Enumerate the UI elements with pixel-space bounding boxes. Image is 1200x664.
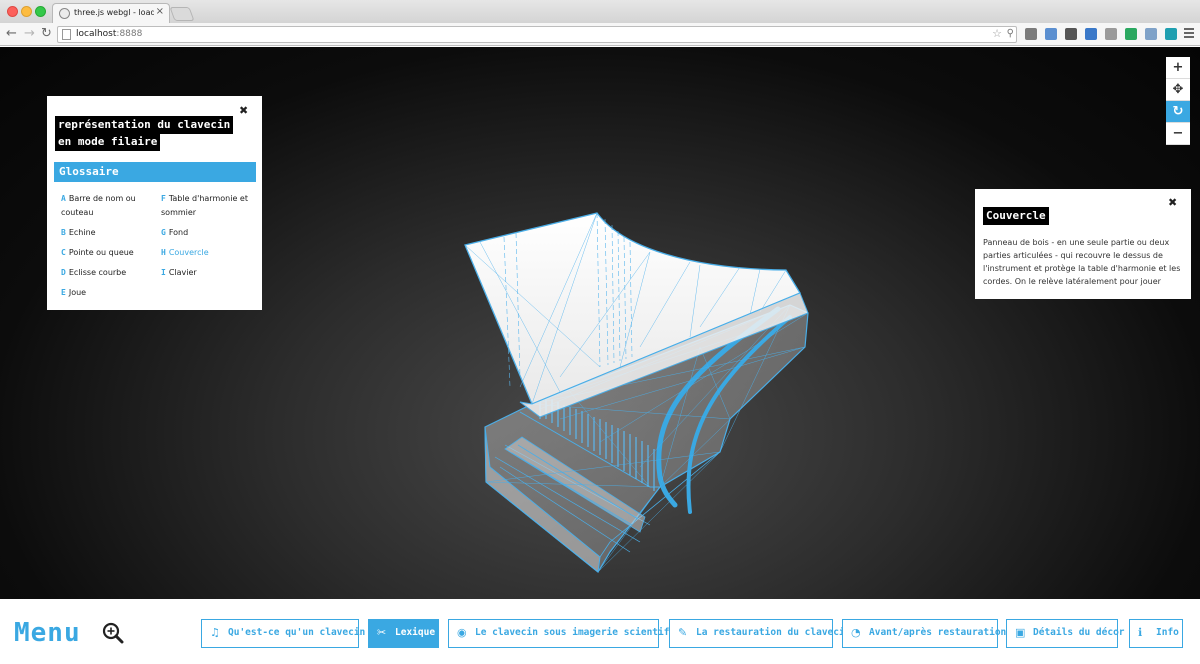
glossary-label: Table d'harmonie et sommier xyxy=(161,194,248,217)
glossary-item[interactable]: F Table d'harmonie et sommier xyxy=(161,192,256,220)
glossary-label: Couvercle xyxy=(168,248,209,257)
glossary-label: Eclisse courbe xyxy=(68,268,127,277)
hamburger-menu-icon[interactable] xyxy=(1184,28,1194,40)
search-icon[interactable] xyxy=(102,622,124,644)
glossary-label: Joue xyxy=(68,288,87,297)
shield-icon[interactable] xyxy=(1065,28,1077,40)
tab-title: three.js webgl - loaders - C xyxy=(74,8,154,17)
bookmark-star-icon[interactable]: ☆ xyxy=(992,27,1002,40)
nav-item-label: Qu'est-ce qu'un clavecin ? xyxy=(228,627,377,638)
panel-subtitle: en mode filaire xyxy=(55,133,161,151)
info-title: Couvercle xyxy=(983,207,1049,225)
glossary-label: Clavier xyxy=(168,268,197,277)
nav-item-label: Le clavecin sous imagerie scientifique xyxy=(475,627,693,638)
nav-item-1[interactable]: ♫ Qu'est-ce qu'un clavecin ? xyxy=(201,619,377,648)
eye-icon: ◉ xyxy=(457,626,467,639)
picture-icon: ▣ xyxy=(1015,626,1026,639)
window-maximize-button[interactable] xyxy=(35,6,46,17)
nav-item-label: Info xyxy=(1156,627,1179,638)
magnifier-icon[interactable]: ⚲ xyxy=(1007,28,1014,39)
tab-close-icon[interactable]: × xyxy=(156,6,164,17)
webgl-viewport[interactable]: + ✥ ↻ − représentation du clavecin en mo… xyxy=(0,47,1200,599)
window-minimize-button[interactable] xyxy=(21,6,32,17)
glossary-header: Glossaire xyxy=(54,162,256,182)
glossary-item[interactable]: A Barre de nom ou couteau xyxy=(61,192,156,220)
zoom-in-button[interactable]: + xyxy=(1166,57,1190,79)
tools-icon: ✂ xyxy=(377,626,387,639)
forward-arrow-icon[interactable]: → xyxy=(24,26,35,42)
browser-toolbar: ← → ↻ localhost:8888 ⚲ ☆ xyxy=(0,23,1200,46)
glossary-key: C xyxy=(61,248,66,257)
brush-icon: ✎ xyxy=(678,626,688,639)
glossary-key: H xyxy=(161,248,166,257)
glossary-item[interactable]: B Echine xyxy=(61,226,156,240)
reset-rotation-button[interactable]: ↻ xyxy=(1166,101,1190,123)
info-description: Panneau de bois - en une seule partie ou… xyxy=(983,238,1181,286)
globe-icon xyxy=(59,8,70,19)
gauge-icon: ◔ xyxy=(851,626,861,639)
nav-item-6[interactable]: ▣ Détails du décor xyxy=(1006,619,1125,648)
close-icon[interactable]: ✖ xyxy=(1168,196,1177,209)
glossary-key: D xyxy=(61,268,66,277)
glossary-item[interactable]: I Clavier xyxy=(161,266,256,280)
new-tab-button[interactable] xyxy=(169,7,195,21)
window-close-button[interactable] xyxy=(7,6,18,17)
map-controls: + ✥ ↻ − xyxy=(1166,57,1190,145)
nav-item-2[interactable]: ✂ Lexique xyxy=(368,619,439,648)
panel-title: représentation du clavecin xyxy=(55,116,234,134)
note-icon[interactable] xyxy=(1045,28,1057,40)
info-panel: Couvercle ✖ Panneau de bois - en une seu… xyxy=(975,189,1191,299)
browser-tab[interactable]: three.js webgl - loaders - C × xyxy=(52,3,170,23)
abp-icon[interactable] xyxy=(1105,28,1117,40)
glossary-label: Fond xyxy=(168,228,189,237)
download-icon[interactable] xyxy=(1025,28,1037,40)
glossary-key: A xyxy=(61,194,66,203)
nav-item-label: Lexique xyxy=(395,627,436,638)
browser-tab-strip: three.js webgl - loaders - C × xyxy=(0,0,1200,23)
back-arrow-icon[interactable]: ← xyxy=(6,26,17,42)
glossary-panel: représentation du clavecin en mode filai… xyxy=(47,96,262,310)
glossary-label: Barre de nom ou couteau xyxy=(61,194,136,217)
page-icon xyxy=(62,29,71,40)
address-bar[interactable]: localhost:8888 ⚲ ☆ xyxy=(57,26,1017,43)
pan-button[interactable]: ✥ xyxy=(1166,79,1190,101)
glossary-item[interactable]: E Joue xyxy=(61,286,156,300)
info-icon: ℹ xyxy=(1138,626,1143,639)
glossary-item[interactable]: G Fond xyxy=(161,226,256,240)
nav-item-5[interactable]: ◔ Avant/après restauration xyxy=(842,619,1006,648)
glossary-item[interactable]: C Pointe ou queue xyxy=(61,246,156,260)
close-icon[interactable]: ✖ xyxy=(239,104,248,117)
glossary-key: B xyxy=(61,228,66,237)
nav-item-label: Avant/après restauration xyxy=(869,627,1007,638)
glossary-key: E xyxy=(61,288,66,297)
music-note-icon: ♫ xyxy=(210,626,220,639)
glossary-key: G xyxy=(161,228,166,237)
glossary-item[interactable]: D Eclisse courbe xyxy=(61,266,156,280)
nav-item-label: La restauration du clavecin xyxy=(696,627,851,638)
glossary-key: F xyxy=(161,194,166,203)
glossary-label: Pointe ou queue xyxy=(68,248,134,257)
c-icon[interactable] xyxy=(1085,28,1097,40)
bottom-menu-bar: Menu ♫ Qu'est-ce qu'un clavecin ? ✂ Lexique… xyxy=(0,599,1200,664)
image-icon[interactable] xyxy=(1145,28,1157,40)
c2-icon[interactable] xyxy=(1165,28,1177,40)
url-text[interactable]: localhost:8888 xyxy=(76,29,142,39)
nav-item-3[interactable]: ◉ Le clavecin sous imagerie scientifique xyxy=(448,619,692,648)
menu-logo[interactable]: Menu xyxy=(14,620,81,646)
glossary-item[interactable]: H Couvercle xyxy=(161,246,256,260)
nav-item-7[interactable]: ℹ Info xyxy=(1129,619,1183,648)
reload-icon[interactable]: ↻ xyxy=(41,26,52,42)
zoom-out-button[interactable]: − xyxy=(1166,123,1190,145)
glossary-key: I xyxy=(161,268,166,277)
glossary-label: Echine xyxy=(68,228,96,237)
nav-item-4[interactable]: ✎ La restauration du clavecin xyxy=(669,619,850,648)
y-icon[interactable] xyxy=(1125,28,1137,40)
nav-item-label: Détails du décor xyxy=(1033,627,1125,638)
